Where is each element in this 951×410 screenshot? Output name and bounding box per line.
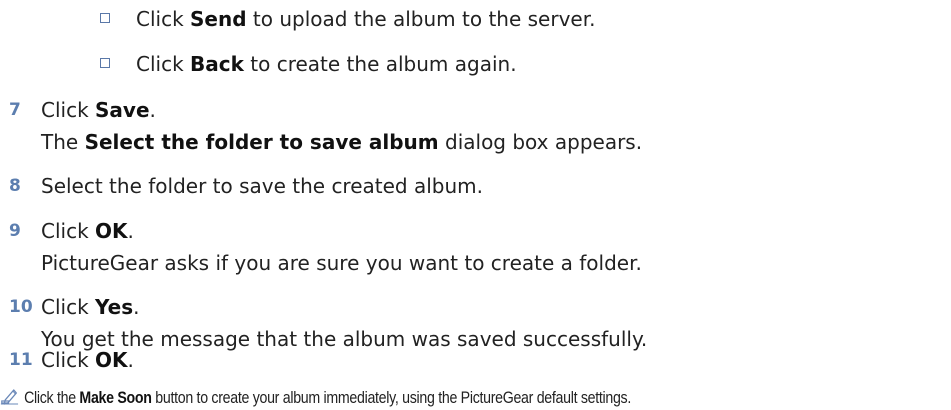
text-segment: Select the folder to save the created al…: [41, 174, 484, 198]
text-segment: to upload the album to the server.: [246, 7, 596, 31]
text-segment: Click: [41, 295, 96, 319]
text-segment: .: [149, 98, 156, 122]
text-segment: .: [127, 348, 134, 372]
ui-term: OK: [95, 348, 128, 372]
step-line: Click Yes.: [41, 295, 140, 319]
text-segment: The: [41, 130, 85, 154]
ui-term: Save: [95, 98, 150, 122]
text-segment: dialog box appears.: [438, 130, 643, 154]
step-number: 10: [9, 297, 33, 317]
checkbox-bullet-icon: [100, 58, 110, 68]
ui-term: Back: [190, 52, 244, 76]
ui-term: Yes: [95, 295, 134, 319]
note-text: button to create your album immediately,…: [151, 389, 631, 407]
step-number: 9: [9, 221, 21, 241]
step-number: 8: [9, 176, 21, 196]
ui-term: OK: [95, 219, 128, 243]
text-segment: Click: [41, 348, 96, 372]
note-text: Click the: [24, 389, 80, 407]
text-segment: PictureGear asks if you are sure you wan…: [41, 251, 642, 275]
step-line: Click OK.: [41, 219, 134, 243]
step-line: Click Save.: [41, 98, 156, 122]
text-segment: Click: [41, 219, 96, 243]
step-line: Select the folder to save the created al…: [41, 174, 483, 198]
text-segment: .: [133, 295, 140, 319]
ui-term: Send: [190, 7, 247, 31]
pencil-note-icon: [0, 389, 19, 405]
bullet-text: Click Back to create the album again.: [136, 52, 517, 76]
step-line: The Select the folder to save album dial…: [41, 130, 642, 154]
checkbox-bullet-icon: [100, 13, 110, 23]
text-segment: Click: [136, 7, 191, 31]
step-line: PictureGear asks if you are sure you wan…: [41, 251, 642, 275]
step-line: Click OK.: [41, 348, 134, 372]
text-segment: Click: [41, 98, 96, 122]
ui-term: Select the folder to save album: [84, 130, 439, 154]
text-segment: Click: [136, 52, 191, 76]
step-number: 7: [9, 100, 21, 120]
text-segment: to create the album again.: [243, 52, 517, 76]
ui-term: Make Soon: [79, 389, 152, 407]
bullet-text: Click Send to upload the album to the se…: [136, 7, 595, 31]
text-segment: .: [127, 219, 134, 243]
step-number: 11: [9, 350, 33, 370]
note: Click the Make Soon button to create you…: [0, 387, 631, 408]
